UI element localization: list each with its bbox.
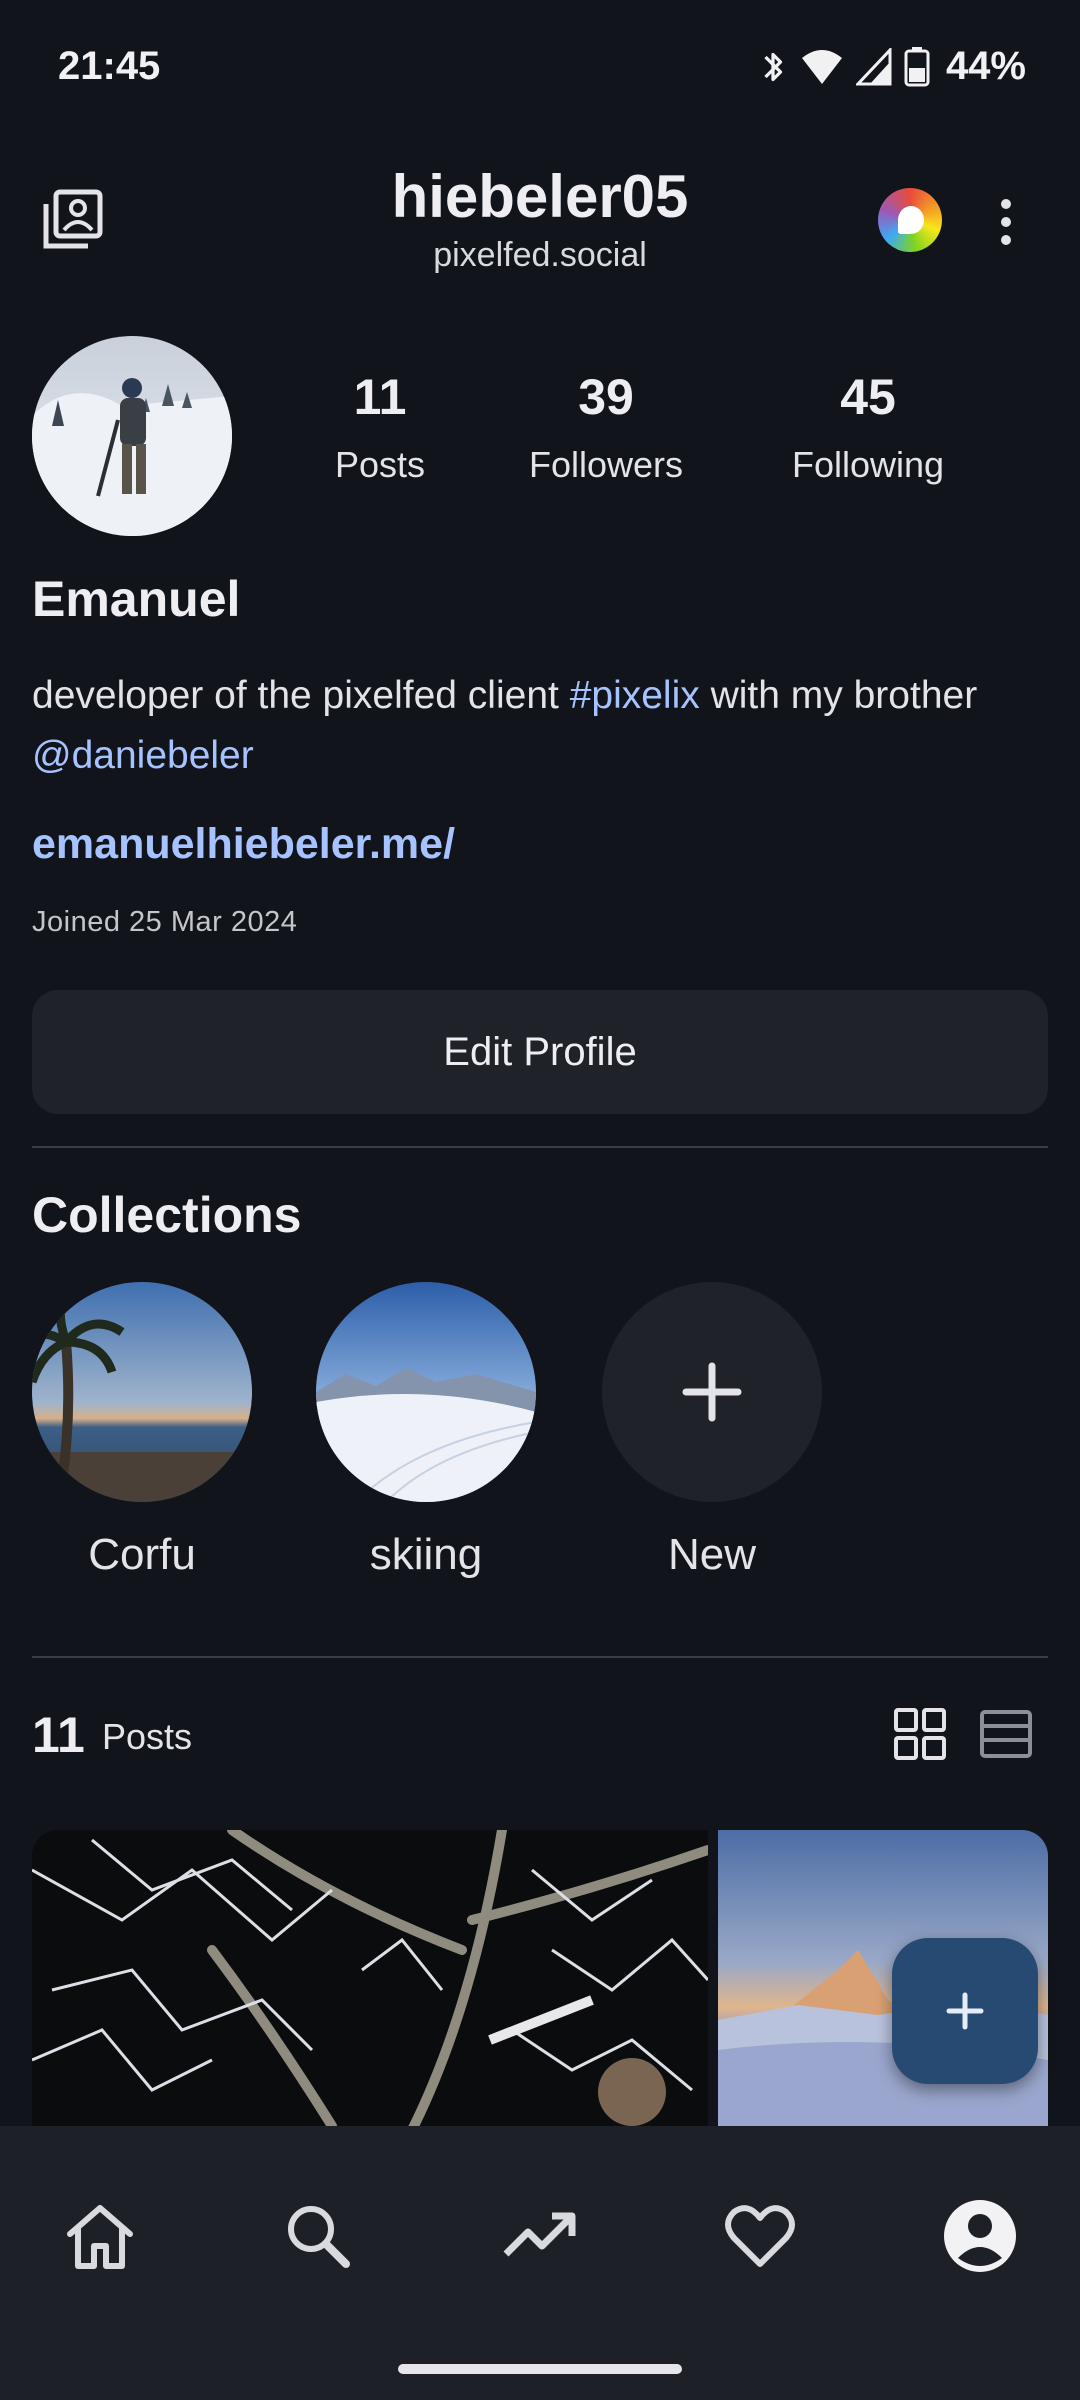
battery-percentage: 44% [945, 44, 1026, 88]
posts-label: Posts [102, 1716, 193, 1757]
list-view-icon[interactable] [978, 1706, 1034, 1762]
stat-followers[interactable]: 39 Followers [516, 368, 696, 486]
status-time: 21:45 [58, 44, 161, 88]
stat-posts[interactable]: 11 Posts [320, 368, 440, 486]
new-collection-circle [602, 1282, 822, 1502]
battery-icon [904, 46, 930, 86]
trending-icon[interactable] [500, 2196, 580, 2276]
signal-icon [855, 47, 892, 85]
edit-profile-button[interactable]: Edit Profile [32, 990, 1048, 1114]
grid-view-icon[interactable] [892, 1706, 948, 1762]
collection-label: Corfu [88, 1530, 196, 1579]
home-icon[interactable] [60, 2196, 140, 2276]
stat-label: Posts [334, 444, 426, 485]
account-icon[interactable] [940, 2196, 1020, 2276]
collection-item-skiing[interactable]: skiing [316, 1282, 536, 1580]
display-name: Emanuel [32, 571, 241, 627]
avatar[interactable] [32, 336, 232, 536]
profile-header: hiebeler05 pixelfed.social [0, 150, 1080, 290]
stat-value: 39 [578, 369, 634, 425]
collection-label: skiing [369, 1530, 483, 1579]
post-thumbnail[interactable] [32, 1830, 708, 2126]
stat-label: Followers [528, 444, 684, 485]
collection-item-new[interactable]: New [602, 1282, 822, 1580]
status-icons: 44% [758, 44, 1026, 89]
mention-link[interactable]: @daniebeler [32, 734, 254, 777]
website-link[interactable]: emanuelhiebeler.me/ [32, 820, 455, 869]
create-post-button[interactable] [892, 1938, 1038, 2084]
stat-value: 11 [353, 369, 407, 425]
heart-icon[interactable] [720, 2196, 800, 2276]
plus-icon [682, 1362, 742, 1422]
collection-label: New [667, 1530, 757, 1579]
stat-following[interactable]: 45 Following [776, 368, 960, 486]
collection-thumbnail [32, 1282, 252, 1502]
bluetooth-icon [764, 52, 783, 81]
pixelfed-logo-icon[interactable] [878, 188, 942, 252]
collection-item-corfu[interactable]: Corfu [32, 1282, 252, 1580]
stat-label: Following [791, 444, 945, 485]
search-icon[interactable] [278, 2196, 358, 2276]
plus-icon [946, 1992, 984, 2030]
posts-count: 11 [32, 1707, 85, 1763]
more-vert-icon[interactable] [988, 194, 1024, 250]
divider [32, 1656, 1048, 1658]
divider [32, 1146, 1048, 1148]
status-bar: 21:45 44% [0, 0, 1080, 130]
home-indicator[interactable] [398, 2364, 682, 2374]
wifi-icon [801, 49, 842, 84]
bottom-navigation [0, 2126, 1080, 2400]
profile-screen: 21:45 44% hiebeler05 pixelfed.social 11 … [0, 0, 1080, 2400]
collection-thumbnail [316, 1282, 536, 1502]
bio-text: with my brother [699, 674, 978, 717]
bio: developer of the pixelfed client #pixeli… [32, 666, 1052, 786]
joined-date: Joined 25 Mar 2024 [32, 906, 298, 938]
bio-text: developer of the pixelfed client [32, 674, 570, 717]
hashtag-link[interactable]: #pixelix [570, 674, 700, 717]
collections-title: Collections [32, 1187, 302, 1243]
stat-value: 45 [840, 369, 896, 425]
